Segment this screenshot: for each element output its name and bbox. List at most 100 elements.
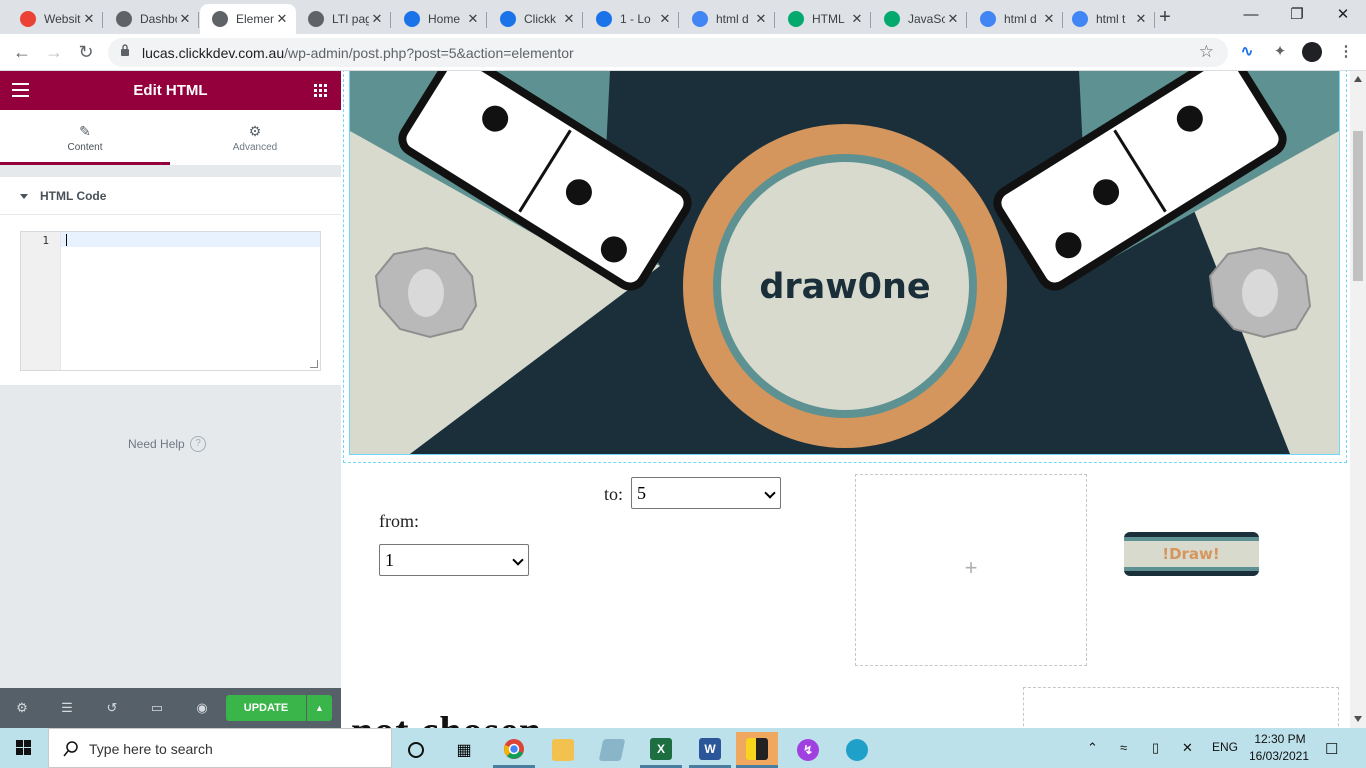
- resize-handle[interactable]: [310, 360, 318, 368]
- tray-chevron-up-icon[interactable]: ⌃: [1087, 740, 1098, 756]
- close-tab-icon[interactable]: ✕: [1041, 11, 1057, 27]
- history-icon[interactable]: ↺: [104, 700, 120, 716]
- gmail-icon: [20, 11, 36, 27]
- new-tab-button[interactable]: +: [1154, 6, 1176, 28]
- draw-button[interactable]: !Draw!: [1123, 531, 1260, 577]
- widgets-grid-icon[interactable]: [314, 84, 327, 97]
- address-bar[interactable]: lucas.clickkdev.com.au/wp-admin/post.php…: [108, 38, 1228, 67]
- browser-tab[interactable]: Home ✕: [392, 4, 487, 34]
- browser-tab[interactable]: html t ✕: [1060, 4, 1155, 34]
- task-view-icon[interactable]: ▦: [443, 732, 485, 768]
- settings-gear-icon[interactable]: ⚙: [14, 700, 30, 716]
- close-tab-icon[interactable]: ✕: [369, 11, 385, 27]
- browser-tab[interactable]: JavaSc ✕: [872, 4, 967, 34]
- preview-eye-icon[interactable]: ◉: [194, 700, 210, 716]
- maximize-button[interactable]: ❐: [1274, 0, 1320, 30]
- panel-tabs: ✎ Content ⚙ Advanced: [0, 110, 341, 165]
- google-icon: [1072, 11, 1088, 27]
- sticky-notes-icon[interactable]: [736, 732, 778, 768]
- excel-icon[interactable]: X: [640, 732, 682, 768]
- responsive-desktop-icon[interactable]: ▭: [149, 700, 165, 716]
- battery-icon[interactable]: ▯: [1152, 740, 1159, 756]
- preview-scrollbar[interactable]: [1350, 71, 1366, 728]
- browser-tab[interactable]: LTI pages✕: [296, 4, 391, 34]
- browser-tab[interactable]: HTML ✕: [776, 4, 871, 34]
- draw-button-label: !Draw!: [1162, 545, 1220, 563]
- word-icon[interactable]: W: [689, 732, 731, 768]
- bookmark-star-icon[interactable]: ☆: [1199, 42, 1214, 62]
- html-code-section-toggle[interactable]: HTML Code: [0, 177, 341, 215]
- need-help-link[interactable]: Need Help: [128, 437, 185, 451]
- edge-browser-icon[interactable]: [836, 732, 878, 768]
- profile-avatar[interactable]: [1302, 42, 1322, 62]
- chrome-taskbar-icon[interactable]: [493, 732, 535, 768]
- wifi-icon[interactable]: ≈: [1120, 740, 1127, 755]
- draw-one-hero-image[interactable]: draw0ne: [350, 71, 1339, 454]
- close-tab-icon[interactable]: ✕: [945, 11, 961, 27]
- notifications-icon[interactable]: ☐: [1325, 740, 1338, 758]
- forward-arrow-icon[interactable]: →: [42, 40, 66, 64]
- from-select[interactable]: 1: [379, 544, 529, 576]
- close-tab-icon[interactable]: ✕: [465, 11, 481, 27]
- extension-wave-icon[interactable]: ∿: [1237, 42, 1257, 62]
- close-tab-icon[interactable]: ✕: [1133, 11, 1149, 27]
- w3schools-icon: [788, 11, 804, 27]
- photos-app-icon[interactable]: [591, 732, 633, 768]
- clock-time[interactable]: 12:30 PM: [1252, 732, 1308, 746]
- browser-tab-title: html d: [1004, 12, 1037, 26]
- windows-start-icon[interactable]: [0, 728, 48, 768]
- browser-tab[interactable]: Elementor✕: [200, 4, 296, 34]
- add-element-plus-icon[interactable]: +: [856, 555, 1086, 581]
- scroll-down-icon[interactable]: [1354, 716, 1362, 722]
- tab-content-label: Content: [67, 142, 103, 153]
- lock-icon: [121, 44, 129, 56]
- empty-column-add-area-2[interactable]: [1023, 687, 1339, 728]
- scroll-up-icon[interactable]: [1354, 76, 1362, 82]
- globe-icon: [308, 11, 324, 27]
- close-window-button[interactable]: ✕: [1320, 0, 1366, 30]
- active-line-highlight: [61, 232, 320, 247]
- close-tab-icon[interactable]: ✕: [81, 11, 97, 27]
- globe-icon: [116, 11, 132, 27]
- browser-tab[interactable]: 1 - Lo ✕: [584, 4, 679, 34]
- browser-tab[interactable]: Dashboard✕: [104, 4, 199, 34]
- clock-date[interactable]: 16/03/2021: [1248, 749, 1310, 763]
- clickk-icon: [404, 11, 420, 27]
- tab-separator: [966, 12, 967, 28]
- tab-advanced[interactable]: ⚙ Advanced: [170, 110, 340, 165]
- taskbar-search-box[interactable]: Type here to search: [48, 728, 392, 768]
- close-tab-icon[interactable]: ✕: [657, 11, 673, 27]
- language-indicator[interactable]: ENG: [1212, 740, 1238, 754]
- scroll-thumb[interactable]: [1353, 131, 1363, 281]
- close-tab-icon[interactable]: ✕: [177, 11, 193, 27]
- panel-footer: ⚙ ☰ ↺ ▭ ◉ UPDATE ▲: [0, 688, 341, 728]
- help-icon[interactable]: ?: [190, 436, 206, 452]
- navigator-layers-icon[interactable]: ☰: [59, 700, 75, 716]
- cortana-circle-icon[interactable]: [395, 732, 437, 768]
- line-gutter: 1: [21, 232, 61, 370]
- update-button[interactable]: UPDATE: [226, 695, 306, 721]
- update-options-caret-icon[interactable]: ▲: [307, 695, 332, 721]
- search-placeholder: Type here to search: [89, 741, 213, 757]
- browser-tab[interactable]: Clickk ✕: [488, 4, 583, 34]
- file-explorer-icon[interactable]: [542, 732, 584, 768]
- html-code-editor[interactable]: 1: [20, 231, 321, 371]
- reload-icon[interactable]: ↻: [74, 40, 98, 64]
- browser-tab[interactable]: html d ✕: [680, 4, 775, 34]
- to-select[interactable]: 5: [631, 477, 781, 509]
- extensions-puzzle-icon[interactable]: ✦: [1270, 42, 1290, 62]
- close-tab-icon[interactable]: ✕: [753, 11, 769, 27]
- gear-icon: ⚙: [248, 123, 262, 139]
- browser-menu-icon[interactable]: ⋮: [1336, 42, 1356, 62]
- volume-muted-icon[interactable]: ✕: [1182, 740, 1193, 756]
- browser-tab[interactable]: Website✕: [8, 4, 103, 34]
- empty-column-add-area[interactable]: +: [855, 474, 1087, 666]
- minimize-button[interactable]: —: [1228, 0, 1274, 30]
- close-tab-icon[interactable]: ✕: [274, 11, 290, 27]
- tab-content[interactable]: ✎ Content: [0, 110, 170, 165]
- back-arrow-icon[interactable]: ←: [10, 40, 34, 64]
- close-tab-icon[interactable]: ✕: [561, 11, 577, 27]
- close-tab-icon[interactable]: ✕: [849, 11, 865, 27]
- browser-tab[interactable]: html d ✕: [968, 4, 1063, 34]
- messenger-icon[interactable]: ↯: [787, 732, 829, 768]
